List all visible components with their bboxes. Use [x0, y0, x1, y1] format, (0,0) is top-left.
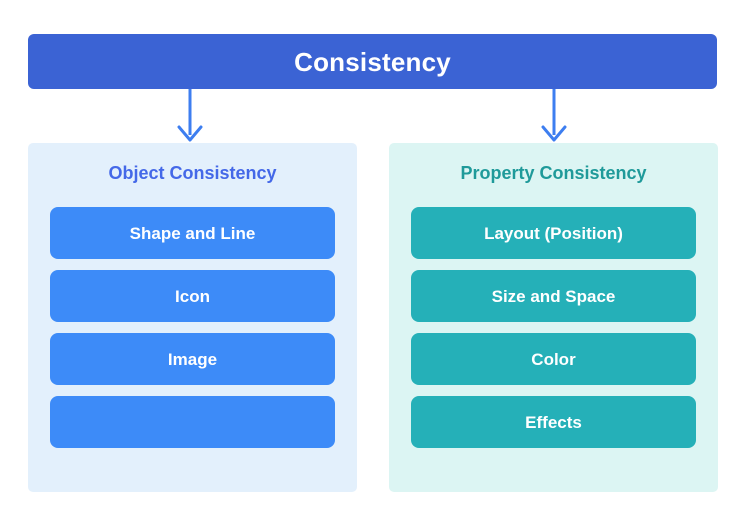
branch-item-label: Icon: [175, 286, 210, 306]
root-node-consistency[interactable]: Consistency: [28, 34, 717, 89]
branch-item-label: Image: [167, 349, 218, 369]
arrow-down-icon: [541, 89, 567, 142]
arrow-to-object-consistency: [170, 89, 210, 142]
arrow-down-icon: [177, 89, 203, 142]
branch-item-image[interactable]: Image: [50, 333, 335, 385]
branch-item-label: Shape and Line: [129, 223, 256, 243]
branch-item-empty[interactable]: [50, 396, 335, 448]
branch-item-size-and-space[interactable]: Size and Space: [411, 270, 696, 322]
branch-item-list-property-consistency: Layout (Position) Size and Space Color E…: [411, 207, 696, 448]
branch-title-object-consistency: Object Consistency: [108, 163, 277, 183]
diagram-canvas: Consistency Object Consistency Shape and…: [0, 0, 745, 514]
branch-item-layout-position[interactable]: Layout (Position): [411, 207, 696, 259]
branch-title-property-consistency: Property Consistency: [460, 163, 647, 183]
arrow-to-property-consistency: [534, 89, 574, 142]
branch-panel-property-consistency: Property Consistency Layout (Position) S…: [389, 143, 718, 492]
branch-item-color[interactable]: Color: [411, 333, 696, 385]
branch-item-label: Effects: [525, 412, 582, 432]
branch-panel-object-consistency: Object Consistency Shape and Line Icon I…: [28, 143, 357, 492]
branch-item-label: Size and Space: [491, 286, 616, 306]
branch-item-label: Layout (Position): [484, 223, 623, 243]
root-node-label: Consistency: [294, 46, 451, 77]
branch-item-icon[interactable]: Icon: [50, 270, 335, 322]
branch-item-effects[interactable]: Effects: [411, 396, 696, 448]
branch-item-list-object-consistency: Shape and Line Icon Image: [50, 207, 335, 448]
branch-item-shape-and-line[interactable]: Shape and Line: [50, 207, 335, 259]
branch-item-label: Color: [531, 349, 576, 369]
